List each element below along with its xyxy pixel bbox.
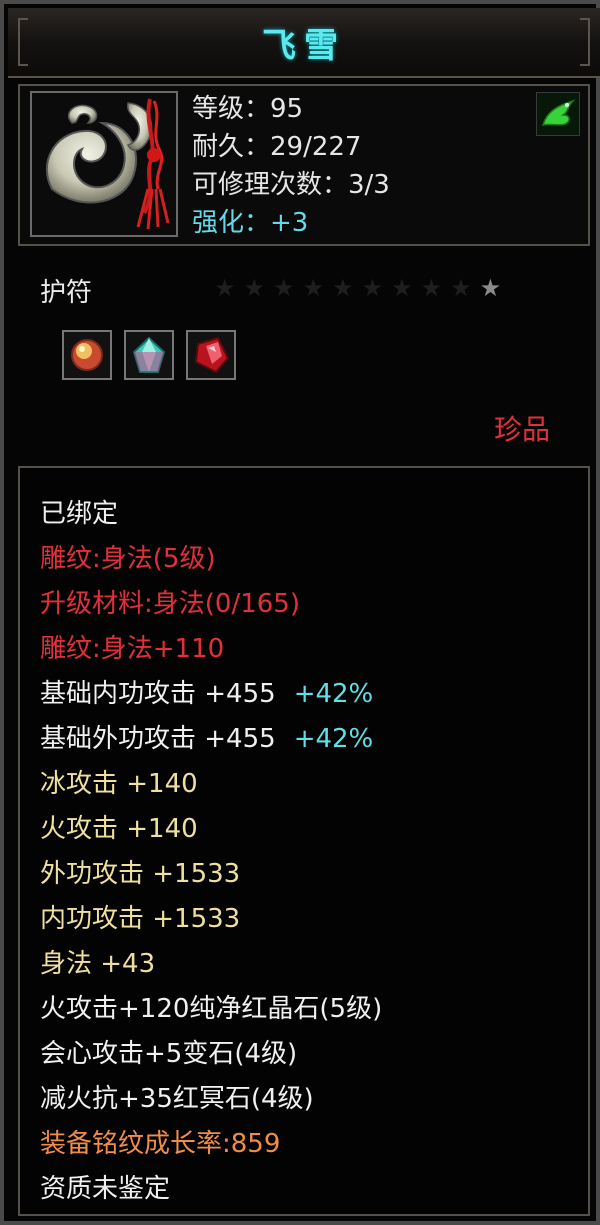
attribute-line: 会心攻击+5变石(4级)	[40, 1032, 382, 1077]
attribute-text: 升级材料:身法(0/165)	[40, 589, 300, 619]
attribute-line: 基础内功攻击 +455 +42%	[40, 672, 382, 717]
teal-crystal-gem-icon	[132, 336, 166, 373]
attribute-line: 雕纹:身法(5级)	[40, 537, 382, 582]
attribute-line: 内功攻击 +1533	[40, 897, 382, 942]
attribute-line: 升级材料:身法(0/165)	[40, 582, 382, 627]
attribute-bonus: +42%	[293, 679, 374, 709]
attribute-text: 雕纹:身法(5级)	[40, 544, 216, 574]
attribute-text: 外功攻击 +1533	[40, 859, 241, 889]
item-durability: 耐久：29/227	[192, 132, 362, 162]
attribute-text: 冰攻击 +140	[40, 769, 198, 799]
attribute-text: 会心攻击+5变石(4级)	[40, 1039, 298, 1069]
title-bar: 飞雪	[8, 8, 600, 78]
attribute-bonus: +42%	[293, 724, 374, 754]
item-info-panel: 等级：95 耐久：29/227 可修理次数：3/3 强化：+3	[18, 84, 590, 246]
attribute-line: 装备铭纹成长率:859	[40, 1122, 382, 1167]
attributes-list: 已绑定雕纹:身法(5级) 升级材料:身法(0/165) 雕纹:身法+110 基础内功攻…	[40, 492, 382, 1212]
item-level: 等级：95	[192, 94, 304, 124]
attribute-text: 基础外功攻击 +455	[40, 724, 276, 754]
attribute-text: 装备铭纹成长率:859	[40, 1129, 281, 1159]
star-lit-icon: ★	[479, 274, 510, 302]
attribute-text: 基础内功攻击 +455	[40, 679, 276, 709]
item-type: 护符	[40, 278, 93, 308]
attribute-text: 雕纹:身法+110	[40, 634, 225, 664]
gem-slot-3[interactable]	[186, 330, 236, 380]
item-tooltip: 飞雪 等级：95 耐久：29/227 可修理次数：3/3 强化：+3 护符 ★★…	[0, 0, 600, 1225]
attribute-text: 火攻击+120纯净红晶石(5级)	[40, 994, 383, 1024]
jade-amulet-icon	[32, 93, 176, 235]
red-crystal-gem-icon	[194, 336, 230, 374]
green-dragon-icon	[536, 92, 580, 136]
attribute-line: 雕纹:身法+110	[40, 627, 382, 672]
attribute-line: 资质未鉴定	[40, 1167, 382, 1212]
attribute-text: 内功攻击 +1533	[40, 904, 241, 934]
attributes-panel: 已绑定雕纹:身法(5级) 升级材料:身法(0/165) 雕纹:身法+110 基础内功攻…	[18, 466, 590, 1216]
item-name: 飞雪	[262, 26, 346, 66]
attribute-line: 外功攻击 +1533	[40, 852, 382, 897]
attribute-text: 减火抗+35红冥石(4级)	[40, 1084, 314, 1114]
attribute-line: 身法 +43	[40, 942, 382, 987]
star-rating: ★★★★★★★★★★	[214, 274, 509, 302]
attribute-text: 已绑定	[40, 499, 119, 529]
item-repair-count: 可修理次数：3/3	[192, 170, 390, 200]
attribute-text: 资质未鉴定	[40, 1174, 171, 1204]
attribute-text: 火攻击 +140	[40, 814, 198, 844]
star-unlit: ★★★★★★★★★	[214, 274, 480, 302]
attribute-line: 基础外功攻击 +455 +42%	[40, 717, 382, 762]
attribute-line: 火攻击 +140	[40, 807, 382, 852]
attribute-line: 火攻击+120纯净红晶石(5级)	[40, 987, 382, 1032]
attribute-line: 已绑定	[40, 492, 382, 537]
attribute-line: 冰攻击 +140	[40, 762, 382, 807]
item-icon[interactable]	[30, 91, 178, 237]
attribute-line: 减火抗+35红冥石(4级)	[40, 1077, 382, 1122]
attribute-text: 身法 +43	[40, 949, 156, 979]
item-rarity: 珍品	[493, 413, 550, 446]
gem-slot-2[interactable]	[124, 330, 174, 380]
red-orange-gem-icon	[71, 339, 103, 371]
item-enhance: 强化：+3	[192, 208, 309, 238]
gem-slot-1[interactable]	[62, 330, 112, 380]
item-stats: 等级：95 耐久：29/227 可修理次数：3/3 强化：+3	[192, 90, 390, 242]
